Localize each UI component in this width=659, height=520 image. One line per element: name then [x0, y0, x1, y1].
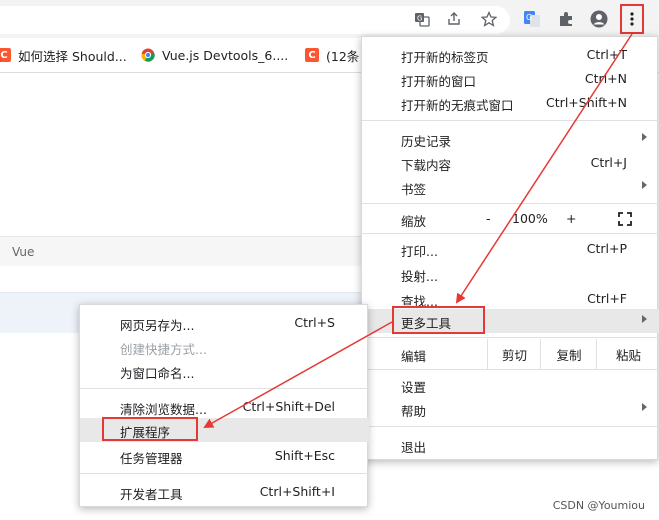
menu-item-shortcut: Ctrl+Shift+N — [546, 95, 627, 110]
submenu-arrow-icon — [642, 315, 647, 323]
menu-item-shortcut: Ctrl+P — [586, 241, 627, 256]
menu-item-shortcut: Ctrl+N — [584, 71, 627, 86]
zoom-in-button[interactable]: + — [566, 211, 576, 226]
menu-item-cast[interactable]: 投射... — [362, 262, 659, 286]
submenu-arrow-icon — [642, 181, 647, 189]
submenu-arrow-icon — [642, 403, 647, 411]
more-tools-highlight-box — [392, 306, 485, 334]
menu-item-shortcut: Ctrl+Shift+I — [259, 484, 335, 499]
menu-item-label: 打开新的窗口 — [401, 74, 477, 89]
svg-text:G: G — [526, 13, 532, 22]
menu-item-settings[interactable]: 设置 — [362, 373, 659, 397]
submenu-item-name-window[interactable]: 为窗口命名... — [80, 359, 369, 383]
paste-button[interactable]: 粘贴 — [596, 339, 659, 369]
star-icon[interactable] — [479, 9, 499, 29]
menu-item-label: 任务管理器 — [120, 451, 183, 466]
menu-item-label: 设置 — [401, 380, 427, 395]
submenu-item-clear-data[interactable]: 清除浏览数据... Ctrl+Shift+Del — [80, 395, 369, 419]
bookmark-label: (12条 — [326, 48, 360, 64]
menu-item-label: 缩放 — [401, 214, 427, 229]
menu-divider — [362, 369, 659, 370]
profile-avatar-icon[interactable] — [589, 9, 609, 29]
cut-button[interactable]: 剪切 — [487, 339, 541, 369]
extensions-highlight-box — [102, 417, 198, 441]
zoom-out-button[interactable]: - — [486, 211, 491, 226]
zoom-level: 100% — [512, 211, 548, 226]
menu-item-new-window[interactable]: 打开新的窗口 Ctrl+N — [362, 67, 659, 91]
menu-item-label: 创建快捷方式... — [120, 342, 207, 357]
chrome-main-menu: 打开新的标签页 Ctrl+T 打开新的窗口 Ctrl+N 打开新的无痕式窗口 C… — [361, 36, 659, 460]
menu-item-label: 书签 — [401, 182, 427, 197]
submenu-item-create-shortcut: 创建快捷方式... — [80, 335, 369, 359]
address-bar[interactable] — [0, 6, 510, 34]
submenu-arrow-icon — [642, 133, 647, 141]
menu-item-label: 投射... — [401, 269, 438, 284]
menu-item-label: 编辑 — [401, 349, 427, 364]
menu-item-label: 帮助 — [401, 404, 427, 419]
menu-item-new-tab[interactable]: 打开新的标签页 Ctrl+T — [362, 43, 659, 67]
submenu-item-task-manager[interactable]: 任务管理器 Shift+Esc — [80, 444, 369, 468]
menu-item-label: 打开新的标签页 — [401, 50, 489, 65]
menu-item-label: 历史记录 — [401, 134, 452, 149]
menu-item-shortcut: Ctrl+Shift+Del — [242, 399, 335, 414]
menu-divider — [362, 426, 659, 427]
submenu-item-dev-tools[interactable]: 开发者工具 Ctrl+Shift+I — [80, 480, 369, 504]
menu-item-shortcut: Ctrl+S — [294, 315, 335, 330]
menu-item-label: 网页另存为... — [120, 318, 195, 333]
watermark: CSDN @Youmiou — [552, 499, 645, 512]
copy-button[interactable]: 复制 — [540, 339, 597, 369]
extensions-puzzle-icon[interactable] — [556, 9, 576, 29]
csdn-favicon-icon: C — [0, 48, 11, 62]
menu-item-bookmarks[interactable]: 书签 — [362, 175, 659, 199]
menu-divider — [362, 233, 659, 234]
menu-item-label: 为窗口命名... — [120, 366, 195, 381]
menu-item-help[interactable]: 帮助 — [362, 397, 659, 421]
svg-text:G: G — [417, 15, 422, 23]
menu-divider — [80, 388, 369, 389]
translate-icon[interactable]: G — [412, 9, 432, 29]
menu-divider — [362, 337, 659, 338]
menu-item-label: 退出 — [401, 440, 427, 455]
menu-item-label: 清除浏览数据... — [120, 402, 207, 417]
submenu-item-save-page[interactable]: 网页另存为... Ctrl+S — [80, 311, 369, 335]
page-tab-label: Vue — [12, 245, 35, 259]
menu-item-print[interactable]: 打印... Ctrl+P — [362, 237, 659, 261]
chrome-icon — [141, 48, 155, 62]
menu-item-downloads[interactable]: 下载内容 Ctrl+J — [362, 151, 659, 175]
menu-divider — [362, 203, 659, 204]
bookmark-label: Vue.js Devtools_6.... — [162, 47, 289, 63]
csdn-favicon-icon: C — [305, 48, 319, 62]
menu-item-shortcut: Ctrl+J — [590, 155, 627, 170]
kebab-highlight-box — [620, 4, 644, 34]
menu-item-shortcut: Ctrl+F — [587, 291, 627, 306]
menu-item-label: 开发者工具 — [120, 487, 183, 502]
menu-item-new-incognito[interactable]: 打开新的无痕式窗口 Ctrl+Shift+N — [362, 91, 659, 115]
menu-item-shortcut: Ctrl+T — [586, 47, 627, 62]
page-area — [0, 266, 362, 292]
menu-divider — [80, 473, 369, 474]
menu-item-zoom: 缩放 - 100% + — [362, 207, 659, 231]
bookmark-item[interactable]: Vue.js Devtools_6.... — [141, 47, 288, 63]
menu-item-exit[interactable]: 退出 — [362, 433, 659, 457]
menu-divider — [362, 120, 659, 121]
google-translate-extension-icon[interactable]: G — [522, 9, 542, 29]
menu-item-edit: 编辑 剪切 复制 粘贴 — [362, 339, 659, 369]
bookmark-item[interactable]: C (12条 — [305, 47, 360, 64]
fullscreen-icon[interactable] — [618, 212, 632, 226]
browser-toolbar: G G — [0, 0, 659, 38]
menu-item-shortcut: Shift+Esc — [274, 448, 335, 463]
share-icon[interactable] — [444, 9, 464, 29]
menu-item-history[interactable]: 历史记录 — [362, 127, 659, 151]
bookmark-label: 如何选择 Should... — [18, 48, 127, 64]
menu-item-label: 打开新的无痕式窗口 — [401, 98, 514, 113]
menu-item-label: 打印... — [401, 244, 438, 259]
more-tools-submenu: 网页另存为... Ctrl+S 创建快捷方式... 为窗口命名... 清除浏览数… — [79, 304, 369, 507]
bookmark-item[interactable]: C 如何选择 Should... — [0, 47, 127, 64]
menu-item-label: 下载内容 — [401, 158, 452, 173]
page-header-strip: Vue — [0, 236, 362, 268]
